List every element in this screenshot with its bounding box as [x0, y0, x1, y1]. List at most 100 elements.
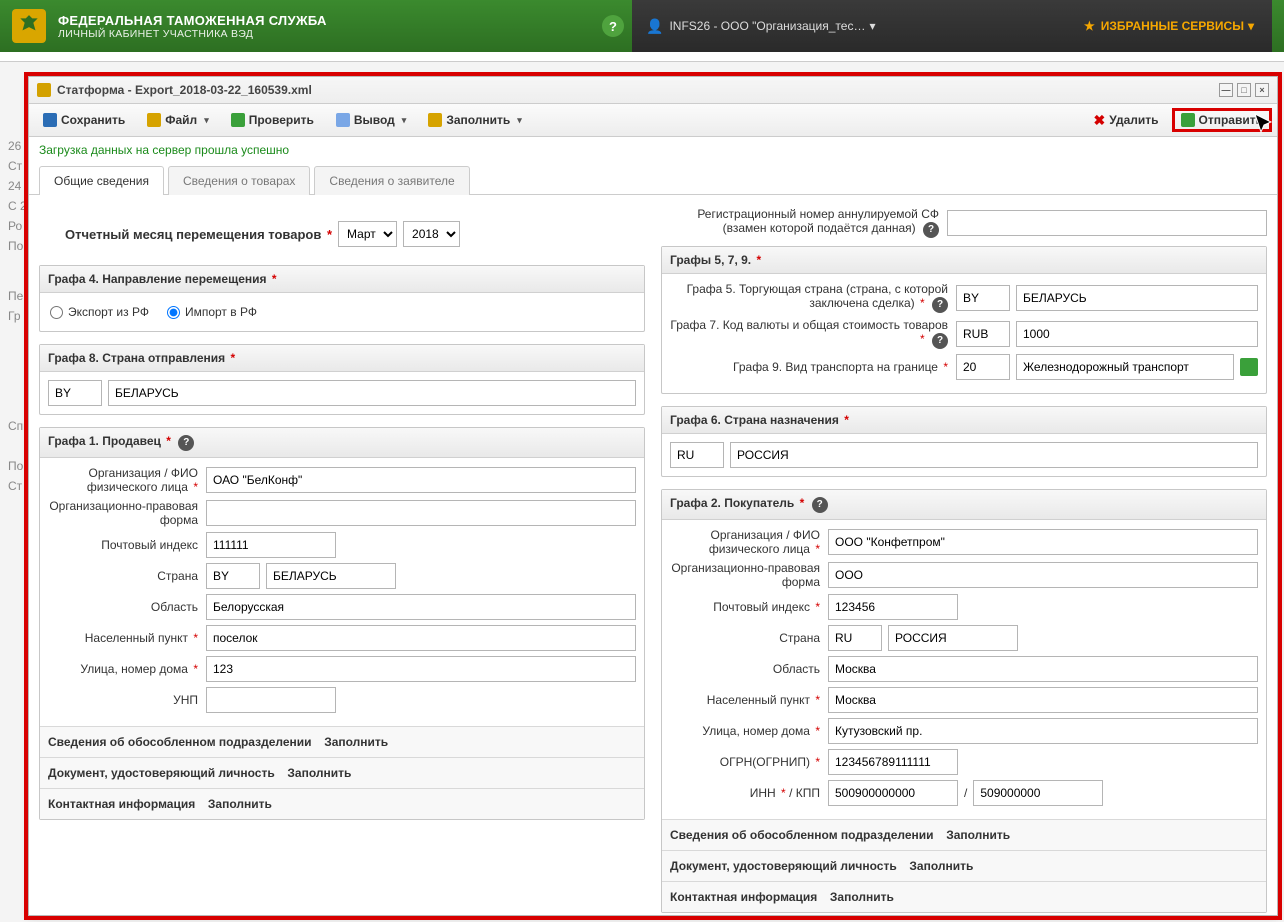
secondary-bar — [0, 52, 1284, 62]
g2-region-input[interactable] — [828, 656, 1258, 682]
panel-g579: Графы 5, 7, 9. * Графа 5. Торгующая стра… — [661, 246, 1267, 394]
check-button[interactable]: Проверить — [225, 110, 320, 130]
favorites-dropdown[interactable]: ★ ИЗБРАННЫЕ СЕРВИСЫ ▾ — [1066, 0, 1272, 52]
file-icon — [147, 113, 161, 127]
user-icon: 👤 — [646, 18, 663, 35]
g2-country-name-input[interactable] — [888, 625, 1018, 651]
report-period-label: Отчетный месяц перемещения товаров * — [65, 227, 332, 242]
user-dropdown[interactable]: 👤 INFS26 - ООО "Организация_тес… ▾ — [632, 0, 1066, 52]
toolbar: Сохранить Файл Проверить Вывод Заполнить… — [29, 104, 1277, 137]
g1-subdiv-row[interactable]: Сведения об обособленном подразделении З… — [40, 726, 644, 757]
g8-name-input[interactable] — [108, 380, 636, 406]
g7-value-input[interactable] — [1016, 321, 1258, 347]
background-text: 26Ст24 С 2РоПо ПеГр Спи ПоСт — [8, 136, 30, 496]
user-label: INFS26 - ООО "Организация_тес… — [669, 19, 865, 33]
g1-city-input[interactable] — [206, 625, 636, 651]
g1-country-name-input[interactable] — [266, 563, 396, 589]
g2-subdiv-row[interactable]: Сведения об обособленном подразделении З… — [662, 819, 1266, 850]
g1-unp-input[interactable] — [206, 687, 336, 713]
tab-strip: Общие сведения Сведения о товарах Сведен… — [29, 165, 1277, 195]
g2-kpp-input[interactable] — [973, 780, 1103, 806]
help-icon-g7[interactable]: ? — [932, 333, 948, 349]
annul-input[interactable] — [947, 210, 1267, 236]
g2-zip-input[interactable] — [828, 594, 958, 620]
delete-icon: ✖ — [1094, 113, 1106, 127]
g2-contact-row[interactable]: Контактная информация Заполнить — [662, 881, 1266, 912]
g5-code-input[interactable] — [956, 285, 1010, 311]
tab-general[interactable]: Общие сведения — [39, 166, 164, 195]
g2-opf-input[interactable] — [828, 562, 1258, 588]
panel-g1: Графа 1. Продавец * ? Организация / ФИО … — [39, 427, 645, 820]
fill-button[interactable]: Заполнить — [422, 110, 528, 130]
file-button[interactable]: Файл — [141, 110, 214, 130]
output-button[interactable]: Вывод — [330, 110, 412, 130]
panel-g1-header: Графа 1. Продавец * ? — [40, 428, 644, 458]
g1-country-code-input[interactable] — [206, 563, 260, 589]
g1-street-input[interactable] — [206, 656, 636, 682]
g2-ogrn-input[interactable] — [828, 749, 958, 775]
g9-lookup-button[interactable] — [1240, 358, 1258, 376]
g1-zip-input[interactable] — [206, 532, 336, 558]
header-title: ФЕДЕРАЛЬНАЯ ТАМОЖЕННАЯ СЛУЖБА — [58, 13, 327, 28]
g8-code-input[interactable] — [48, 380, 102, 406]
g2-org-input[interactable] — [828, 529, 1258, 555]
g6-name-input[interactable] — [730, 442, 1258, 468]
g2-doc-row[interactable]: Документ, удостоверяющий личность Заполн… — [662, 850, 1266, 881]
check-icon — [231, 113, 245, 127]
window-minimize-button[interactable]: — — [1219, 83, 1233, 97]
help-icon-g1[interactable]: ? — [178, 435, 194, 451]
form-body: Отчетный месяц перемещения товаров * Мар… — [29, 195, 1277, 915]
g1-region-input[interactable] — [206, 594, 636, 620]
favorites-label: ИЗБРАННЫЕ СЕРВИСЫ — [1101, 19, 1244, 33]
g7-code-input[interactable] — [956, 321, 1010, 347]
window-close-button[interactable]: × — [1255, 83, 1269, 97]
header-subtitle: ЛИЧНЫЙ КАБИНЕТ УЧАСТНИКА ВЭД — [58, 28, 327, 40]
g9-name-input[interactable] — [1016, 354, 1234, 380]
panel-g579-header: Графы 5, 7, 9. * — [662, 247, 1266, 274]
statform-window: Статформа - Export_2018-03-22_160539.xml… — [28, 76, 1278, 916]
g9-code-input[interactable] — [956, 354, 1010, 380]
panel-g2-header: Графа 2. Покупатель * ? — [662, 490, 1266, 520]
g2-country-code-input[interactable] — [828, 625, 882, 651]
panel-g6: Графа 6. Страна назначения * — [661, 406, 1267, 477]
top-header: ФЕДЕРАЛЬНАЯ ТАМОЖЕННАЯ СЛУЖБА ЛИЧНЫЙ КАБ… — [0, 0, 1284, 52]
g5-name-input[interactable] — [1016, 285, 1258, 311]
g1-opf-input[interactable] — [206, 500, 636, 526]
g1-doc-row[interactable]: Документ, удостоверяющий личность Заполн… — [40, 757, 644, 788]
help-icon-annul[interactable]: ? — [923, 222, 939, 238]
window-titlebar: Статформа - Export_2018-03-22_160539.xml… — [29, 77, 1277, 104]
report-month-select[interactable]: Март — [338, 221, 397, 247]
panel-g8: Графа 8. Страна отправления * — [39, 344, 645, 415]
report-year-select[interactable]: 2018 — [403, 221, 460, 247]
star-icon: ★ — [1084, 19, 1095, 33]
panel-g4-header: Графа 4. Направление перемещения * — [40, 266, 644, 293]
g6-code-input[interactable] — [670, 442, 724, 468]
help-icon-g5[interactable]: ? — [932, 297, 948, 313]
annul-label1: Регистрационный номер аннулируемой СФ — [661, 207, 939, 221]
status-message: Загрузка данных на сервер прошла успешно — [29, 137, 1277, 163]
panel-g4: Графа 4. Направление перемещения * Экспо… — [39, 265, 645, 332]
output-icon — [336, 113, 350, 127]
save-button[interactable]: Сохранить — [37, 110, 131, 130]
g2-city-input[interactable] — [828, 687, 1258, 713]
g2-street-input[interactable] — [828, 718, 1258, 744]
delete-button[interactable]: ✖Удалить — [1088, 110, 1165, 130]
radio-export[interactable]: Экспорт из РФ — [50, 305, 149, 319]
panel-g8-header: Графа 8. Страна отправления * — [40, 345, 644, 372]
window-maximize-button[interactable]: □ — [1237, 83, 1251, 97]
report-period-row: Отчетный месяц перемещения товаров * Мар… — [65, 221, 641, 247]
g1-org-input[interactable] — [206, 467, 636, 493]
fill-icon — [428, 113, 442, 127]
radio-import[interactable]: Импорт в РФ — [167, 305, 257, 319]
tab-goods[interactable]: Сведения о товарах — [168, 166, 310, 195]
panel-g2: Графа 2. Покупатель * ? Организация / ФИ… — [661, 489, 1267, 913]
help-icon-g2[interactable]: ? — [812, 497, 828, 513]
send-icon — [1181, 113, 1195, 127]
g1-contact-row[interactable]: Контактная информация Заполнить — [40, 788, 644, 819]
tab-applicant[interactable]: Сведения о заявителе — [314, 166, 469, 195]
send-button[interactable]: Отправить — [1175, 111, 1269, 129]
help-icon[interactable]: ? — [602, 15, 624, 37]
emblem-icon — [12, 9, 46, 43]
g2-inn-input[interactable] — [828, 780, 958, 806]
window-icon — [37, 83, 51, 97]
